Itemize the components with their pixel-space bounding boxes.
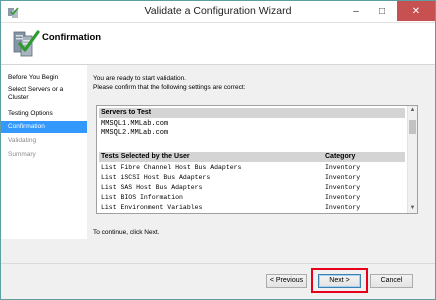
vertical-scrollbar[interactable]: ▲ ▼ [407, 106, 417, 213]
test-name: List SAS Host Bus Adapters [101, 184, 203, 191]
scroll-down-icon[interactable]: ▼ [408, 204, 417, 213]
test-category: Inventory [325, 204, 361, 211]
tests-header-label: Tests Selected by the User [101, 153, 190, 160]
test-name: List Fibre Channel Host Bus Adapters [101, 164, 242, 171]
test-row: List Environment Variables Inventory [101, 203, 407, 212]
close-button[interactable]: ✕ [397, 1, 435, 21]
minimize-icon: – [353, 5, 359, 17]
test-row: List BIOS Information Inventory [101, 193, 407, 202]
nav-item-before-you-begin[interactable]: Before You Begin [1, 74, 87, 82]
close-icon: ✕ [411, 5, 421, 17]
validation-wizard-icon [13, 30, 40, 57]
maximize-button[interactable]: □ [369, 1, 395, 21]
footer-divider [1, 263, 435, 264]
intro-text-2: Please confirm that the following settin… [93, 84, 246, 91]
servers-header-label: Servers to Test [101, 109, 152, 116]
servers-section-header: Servers to Test [99, 108, 405, 118]
wizard-steps-nav: Before You Begin Select Servers or a Clu… [1, 65, 87, 239]
scroll-thumb[interactable] [409, 120, 416, 134]
test-category: Inventory [325, 184, 361, 191]
nav-item-summary: Summary [8, 151, 36, 158]
nav-item-validating: Validating [8, 137, 37, 144]
nav-item-testing-options[interactable]: Testing Options [1, 110, 87, 118]
cancel-button[interactable]: Cancel [370, 274, 413, 288]
test-category: Inventory [325, 194, 361, 201]
minimize-button[interactable]: – [343, 1, 369, 21]
test-row: List SAS Host Bus Adapters Inventory [101, 183, 407, 192]
title-bar: Validate a Configuration Wizard – □ ✕ [1, 1, 435, 23]
next-button-highlight [311, 268, 368, 293]
maximize-icon: □ [378, 5, 386, 17]
wizard-header: Confirmation [1, 23, 435, 65]
page-title: Confirmation [42, 32, 102, 43]
server-item: MMSQL1.MMLab.com [101, 120, 169, 128]
wizard-window: Validate a Configuration Wizard – □ ✕ Co… [0, 0, 436, 300]
test-row: List iSCSI Host Bus Adapters Inventory [101, 173, 407, 182]
scroll-up-icon[interactable]: ▲ [408, 106, 417, 115]
intro-text-1: You are ready to start validation. [93, 75, 186, 82]
server-item: MMSQL2.MMLab.com [101, 129, 169, 137]
test-category: Inventory [325, 174, 361, 181]
test-row: List Fibre Channel Host Bus Adapters Inv… [101, 163, 407, 172]
confirmation-summary[interactable]: Servers to Test MMSQL1.MMLab.com MMSQL2.… [96, 105, 418, 214]
tests-section-header: Tests Selected by the User Category [99, 152, 405, 162]
previous-button[interactable]: < Previous [266, 274, 307, 288]
test-category: Inventory [325, 164, 361, 171]
test-name: List BIOS Information [101, 194, 183, 201]
nav-item-select-servers[interactable]: Select Servers or a Cluster [1, 86, 87, 102]
nav-item-confirmation[interactable]: Confirmation [1, 121, 87, 133]
test-name: List Environment Variables [101, 204, 203, 211]
continue-hint: To continue, click Next. [93, 229, 160, 236]
test-name: List iSCSI Host Bus Adapters [101, 174, 211, 181]
category-header-label: Category [325, 153, 356, 160]
